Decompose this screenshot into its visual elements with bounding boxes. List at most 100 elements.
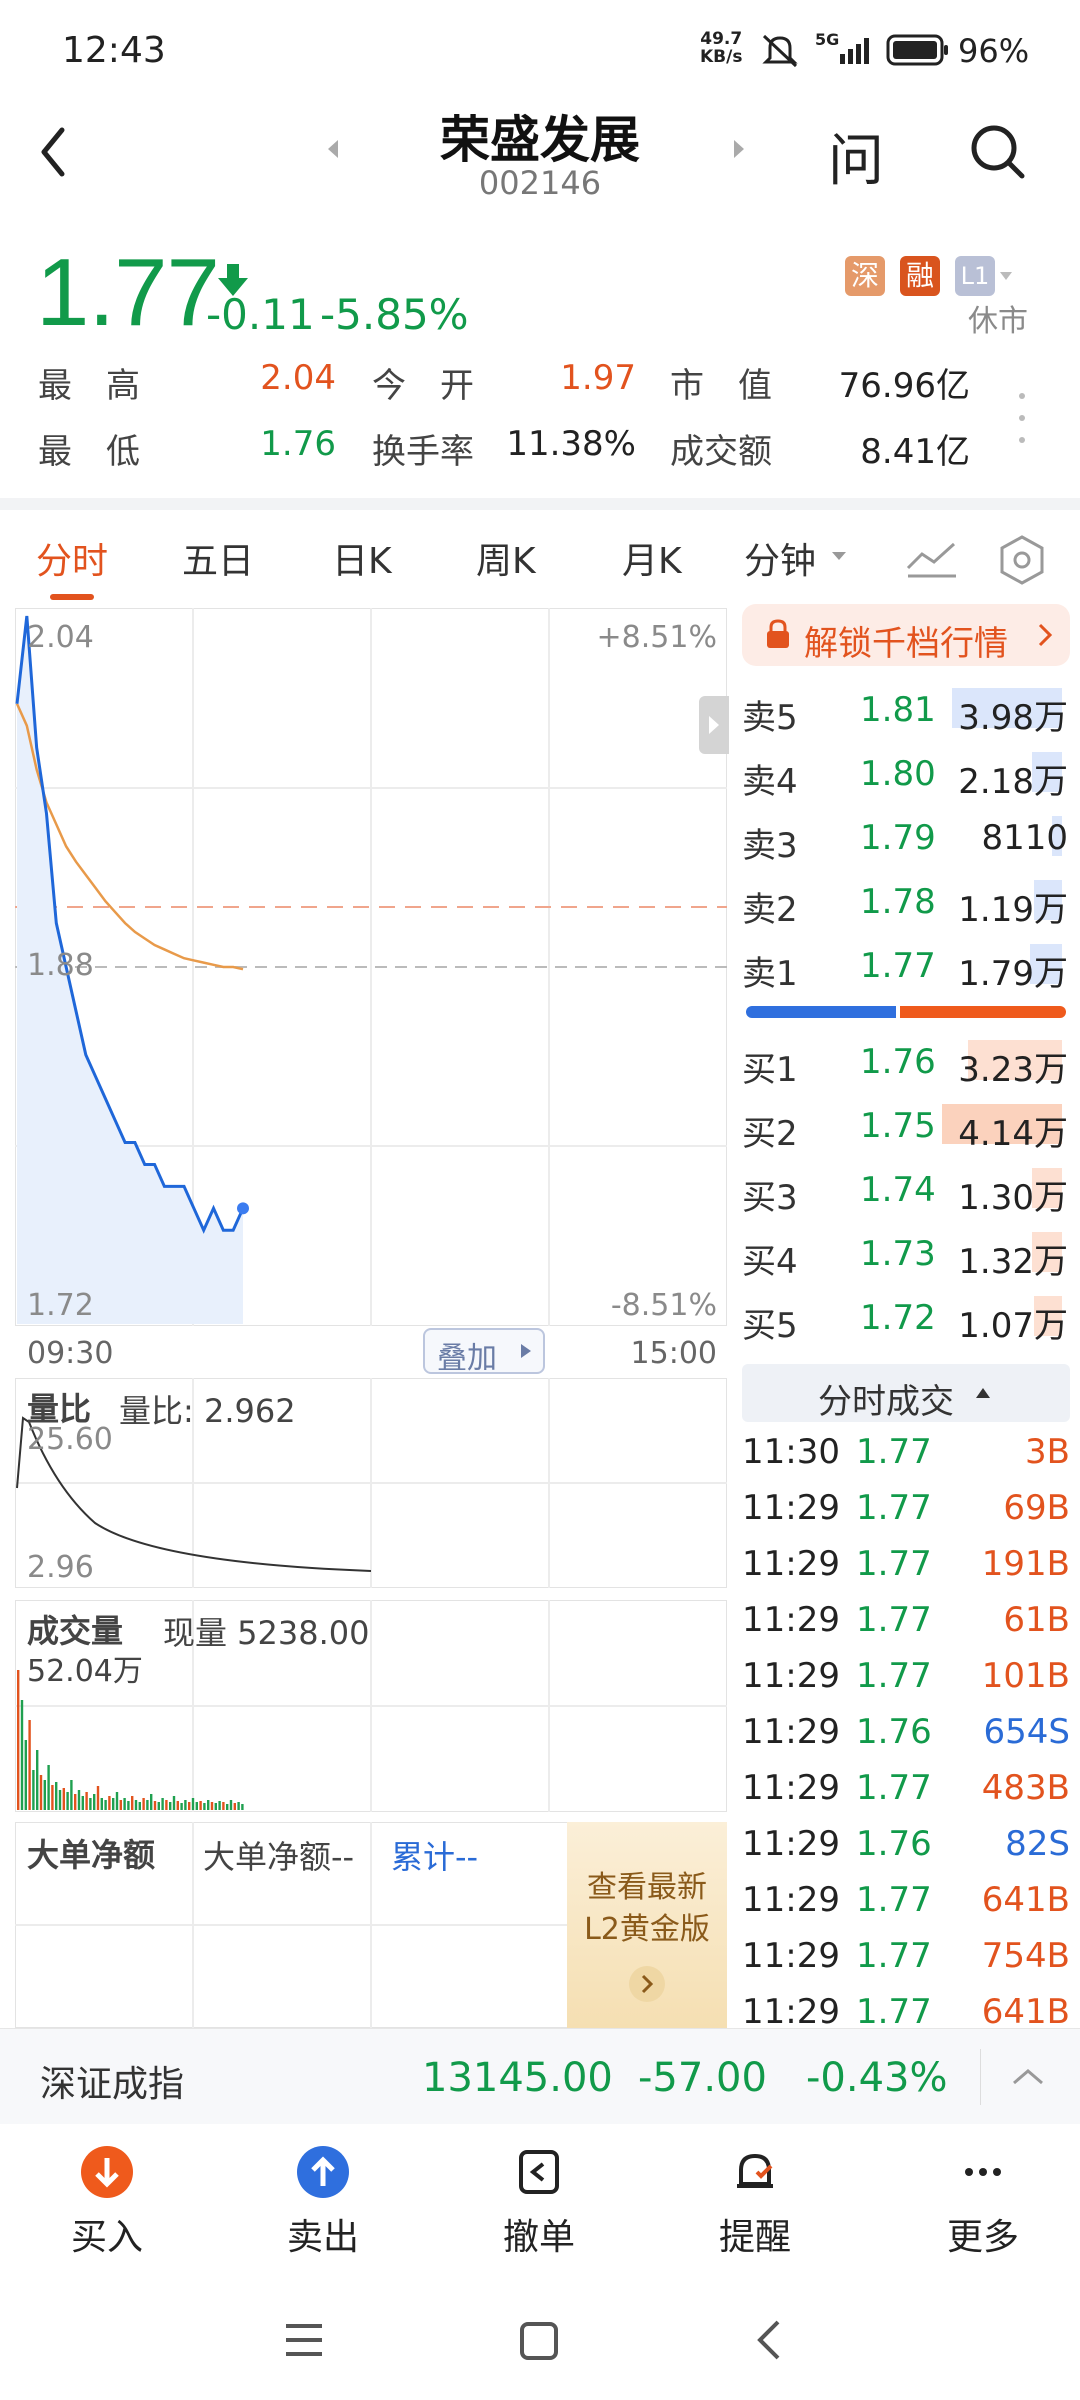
buy-4-volume: 1.32万 xyxy=(958,1242,1068,1282)
tick-volume: 82S xyxy=(1005,1824,1070,1864)
overlay-button[interactable]: 叠加 xyxy=(423,1328,545,1376)
sell-2-label: 卖2 xyxy=(742,890,798,930)
sell-row-2[interactable]: 卖2 1.78 1.19万 xyxy=(742,870,1070,932)
tick-volume: 69B xyxy=(1003,1488,1070,1528)
minute-dropdown-icon[interactable] xyxy=(830,550,848,562)
more-button[interactable]: 更多 xyxy=(908,2146,1058,2260)
unlock-orderbook-button[interactable]: 解锁千档行情 xyxy=(742,604,1070,666)
tick-time: 11:29 xyxy=(742,1656,840,1696)
intraday-chart[interactable]: 2.04 +8.51% 1.88 1.72 -8.51% xyxy=(15,608,729,1326)
sell-5-price: 1.81 xyxy=(860,690,936,730)
search-icon[interactable] xyxy=(966,120,1030,184)
ask-button[interactable]: 问 xyxy=(828,116,884,197)
sell-label: 卖出 xyxy=(286,2217,359,2258)
chart-side-handle[interactable] xyxy=(699,696,729,754)
tab-weekly-k[interactable]: 周K xyxy=(476,532,536,584)
sell-row-1[interactable]: 卖1 1.77 1.79万 xyxy=(742,934,1070,996)
tick-volume: 483B xyxy=(981,1768,1070,1808)
index-change: -57.00 xyxy=(638,2055,767,2101)
net-speed: 49.7 KB/s xyxy=(700,30,742,66)
stock-code: 002146 xyxy=(478,164,602,202)
expand-up-icon[interactable] xyxy=(1010,2065,1046,2089)
ticks-header[interactable]: 分时成交 xyxy=(742,1364,1070,1422)
home-icon[interactable] xyxy=(518,2320,562,2364)
sell-5-label: 卖5 xyxy=(742,698,798,738)
sell-4-volume: 2.18万 xyxy=(958,762,1068,802)
indicator-icon[interactable] xyxy=(904,536,960,580)
sell-row-4[interactable]: 卖4 1.80 2.18万 xyxy=(742,742,1070,804)
tab-five-day[interactable]: 五日 xyxy=(182,532,254,584)
index-bar[interactable]: 深证成指 13145.00 -57.00 -0.43% xyxy=(0,2028,1080,2125)
badge-margin: 融 xyxy=(900,256,940,296)
last-price-dot xyxy=(237,1202,249,1215)
buy-1-volume: 3.23万 xyxy=(958,1050,1068,1090)
buy-row-3[interactable]: 买3 1.74 1.30万 xyxy=(742,1158,1070,1220)
sell-icon xyxy=(297,2146,349,2198)
label-amount: 成交额 xyxy=(670,432,772,472)
index-value: 13145.00 xyxy=(422,2055,613,2101)
tick-row: 11:29 1.77 191B xyxy=(742,1536,1072,1592)
alert-button[interactable]: 提醒 xyxy=(680,2146,830,2260)
alert-label: 提醒 xyxy=(718,2217,791,2258)
cancel-order-icon xyxy=(513,2146,565,2198)
section-divider xyxy=(0,498,1080,510)
index-divider xyxy=(980,2049,981,2105)
buy-row-1[interactable]: 买1 1.76 3.23万 xyxy=(742,1030,1070,1092)
buy-row-4[interactable]: 买4 1.73 1.32万 xyxy=(742,1222,1070,1284)
buy-icon xyxy=(81,2146,133,2198)
label-high: 最 高 xyxy=(38,366,140,406)
sell-row-3[interactable]: 卖3 1.79 8110 xyxy=(742,806,1070,868)
sell-2-volume: 1.19万 xyxy=(958,890,1068,930)
tab-daily-k[interactable]: 日K xyxy=(332,532,392,584)
market-state: 休市 xyxy=(968,304,1028,339)
time-axis: 09:30 叠加 15:00 xyxy=(15,1326,727,1376)
sell-2-price: 1.78 xyxy=(860,882,936,922)
tick-volume: 754B xyxy=(981,1936,1070,1976)
tab-minute[interactable]: 分钟 xyxy=(744,532,816,584)
battery-level: 96% xyxy=(958,32,1030,70)
tab-intraday[interactable]: 分时 xyxy=(36,532,108,584)
tick-time: 11:29 xyxy=(742,1824,840,1864)
tick-price: 1.76 xyxy=(856,1824,932,1864)
buy-row-2[interactable]: 买2 1.75 4.14万 xyxy=(742,1094,1070,1156)
sell-row-5[interactable]: 卖5 1.81 3.98万 xyxy=(742,678,1070,740)
level-dropdown-icon[interactable] xyxy=(998,270,1014,282)
value-amount: 8.41亿 xyxy=(860,432,970,472)
buy-side-bar xyxy=(900,1006,1066,1018)
next-stock-icon[interactable] xyxy=(730,138,746,160)
value-turnover: 11.38% xyxy=(506,424,636,464)
sell-button[interactable]: 卖出 xyxy=(248,2146,398,2260)
cancel-order-button[interactable]: 撤单 xyxy=(464,2146,614,2260)
buy-4-price: 1.73 xyxy=(860,1234,936,1274)
sell-3-price: 1.79 xyxy=(860,818,936,858)
buy-2-price: 1.75 xyxy=(860,1106,936,1146)
buy-row-5[interactable]: 买5 1.72 1.07万 xyxy=(742,1286,1070,1348)
tick-row: 11:30 1.77 3B xyxy=(742,1424,1072,1480)
tick-price: 1.77 xyxy=(856,1488,932,1528)
buy-button[interactable]: 买入 xyxy=(32,2146,182,2260)
tick-time: 11:30 xyxy=(742,1432,840,1472)
tab-monthly-k[interactable]: 月K xyxy=(622,532,682,584)
buy-5-label: 买5 xyxy=(742,1306,798,1346)
back-icon[interactable] xyxy=(34,122,74,182)
prev-stock-icon[interactable] xyxy=(326,138,342,160)
buy-5-price: 1.72 xyxy=(860,1298,936,1338)
tick-volume: 654S xyxy=(983,1712,1070,1752)
status-time: 12:43 xyxy=(62,30,166,71)
tick-price: 1.77 xyxy=(856,1600,932,1640)
menu-icon[interactable] xyxy=(282,2320,326,2360)
sell-1-volume: 1.79万 xyxy=(958,954,1068,994)
tick-price: 1.77 xyxy=(856,1992,932,2024)
time-start: 09:30 xyxy=(27,1336,114,1371)
more-vert-icon[interactable] xyxy=(1016,390,1028,446)
ticks-sort-icon xyxy=(976,1388,990,1398)
settings-hex-icon[interactable] xyxy=(996,534,1048,586)
back-nav-icon[interactable] xyxy=(752,2318,786,2362)
battery-icon xyxy=(886,34,948,66)
quote-panel: 1.77 -0.11 -5.85% 深 融 L1 休市 最 高 2.04 今 开… xyxy=(0,230,1080,490)
tick-time: 11:29 xyxy=(742,1992,840,2024)
tick-volume: 191B xyxy=(981,1544,1070,1584)
buy-5-volume: 1.07万 xyxy=(958,1306,1068,1346)
tick-volume: 61B xyxy=(1003,1600,1070,1640)
badge-level1[interactable]: L1 xyxy=(955,256,995,296)
